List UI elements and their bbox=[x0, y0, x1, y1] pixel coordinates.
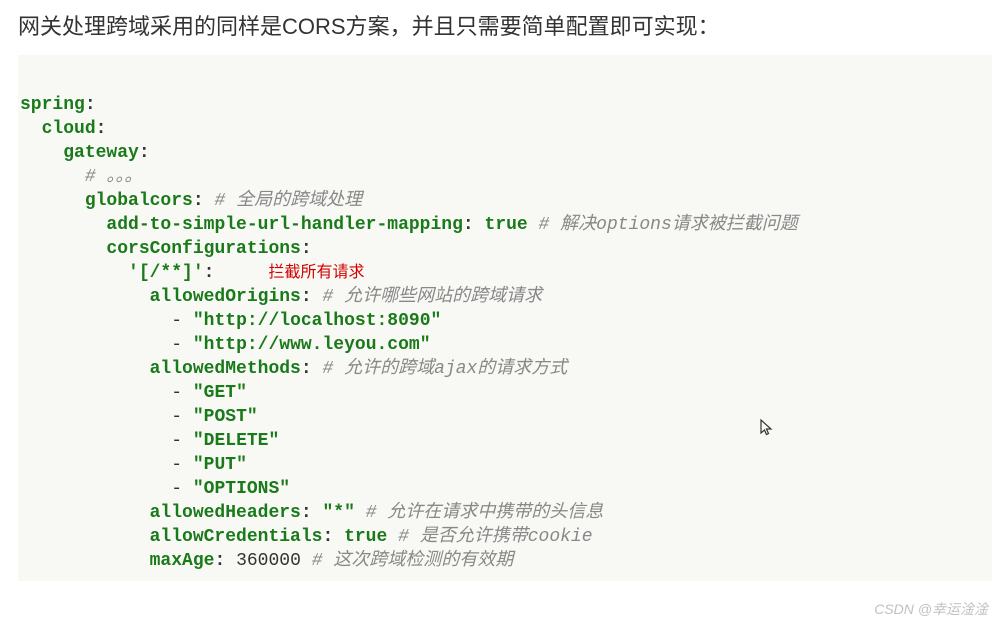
yaml-bool: true bbox=[344, 527, 387, 547]
yaml-key: corsConfigurations bbox=[106, 239, 300, 259]
yaml-key: allowedOrigins bbox=[150, 287, 301, 307]
yaml-comment: # 解决options请求被拦截问题 bbox=[539, 215, 798, 235]
yaml-string: "PUT" bbox=[193, 455, 247, 475]
yaml-string: "OPTIONS" bbox=[193, 479, 290, 499]
watermark-text: CSDN @幸运淦淦 bbox=[874, 599, 988, 619]
yaml-comment: # 允许的跨域ajax的请求方式 bbox=[322, 359, 567, 379]
yaml-comment: # 全局的跨域处理 bbox=[214, 191, 362, 211]
yaml-string: "DELETE" bbox=[193, 431, 279, 451]
yaml-key: '[/**]' bbox=[128, 263, 204, 283]
yaml-string: "http://localhost:8090" bbox=[193, 311, 441, 331]
yaml-number: 360000 bbox=[236, 551, 301, 571]
yaml-comment: # 允许哪些网站的跨域请求 bbox=[322, 287, 542, 307]
yaml-code-block: spring: cloud: gateway: # 。。。 globalcors… bbox=[18, 55, 992, 581]
heading-text: 网关处理跨域采用的同样是CORS方案，并且只需要简单配置即可实现： bbox=[0, 0, 1002, 55]
yaml-key: allowCredentials bbox=[150, 527, 323, 547]
yaml-string: "POST" bbox=[193, 407, 258, 427]
yaml-key: maxAge bbox=[150, 551, 215, 571]
yaml-comment: # 是否允许携带cookie bbox=[398, 527, 592, 547]
yaml-string: "http://www.leyou.com" bbox=[193, 335, 431, 355]
yaml-key: cloud bbox=[42, 119, 96, 139]
yaml-key: globalcors bbox=[85, 191, 193, 211]
yaml-string: "GET" bbox=[193, 383, 247, 403]
yaml-comment: # 允许在请求中携带的头信息 bbox=[366, 503, 604, 523]
yaml-key: gateway bbox=[63, 143, 139, 163]
yaml-string: "*" bbox=[322, 503, 354, 523]
yaml-key: add-to-simple-url-handler-mapping bbox=[106, 215, 462, 235]
yaml-key: allowedHeaders bbox=[150, 503, 301, 523]
yaml-comment: # 这次跨域检测的有效期 bbox=[312, 551, 514, 571]
yaml-comment: # 。。。 bbox=[85, 167, 143, 187]
yaml-key: allowedMethods bbox=[150, 359, 301, 379]
yaml-bool: true bbox=[485, 215, 528, 235]
yaml-key: spring bbox=[20, 95, 85, 115]
red-annotation: 拦截所有请求 bbox=[268, 264, 364, 281]
